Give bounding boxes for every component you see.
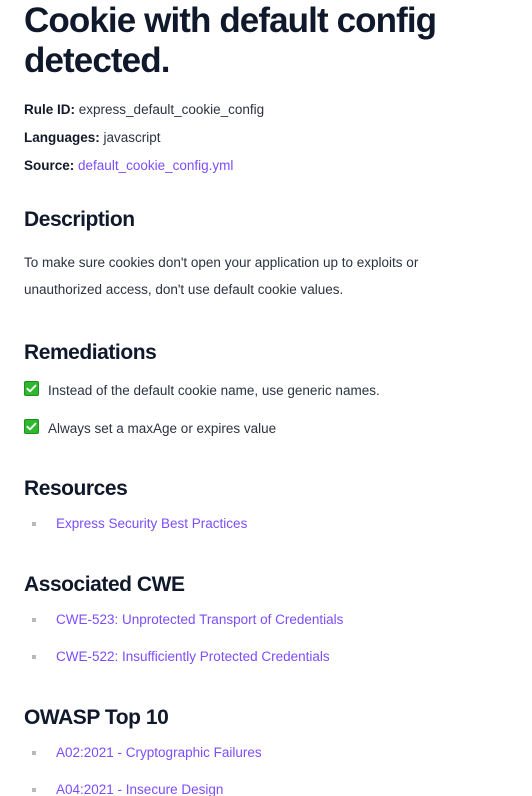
bullet-icon xyxy=(32,788,36,792)
owasp-top-10-list: A02:2021 - Cryptographic Failures A04:20… xyxy=(24,744,508,796)
bullet-icon xyxy=(32,522,36,526)
owasp-top-10-heading: OWASP Top 10 xyxy=(24,706,169,729)
source-label: Source: xyxy=(24,158,75,173)
list-item: CWE-523: Unprotected Transport of Creden… xyxy=(28,611,508,628)
list-item: Express Security Best Practices xyxy=(28,515,508,532)
rule-metadata: Rule ID: express_default_cookie_config L… xyxy=(24,101,508,174)
page-title: Cookie with default config detected. xyxy=(24,1,437,80)
remediation-text: Instead of the default cookie name, use … xyxy=(48,383,380,398)
resources-heading: Resources xyxy=(24,477,128,500)
languages-value: javascript xyxy=(103,130,161,145)
rule-detail-page: Cookie with default config detected. Rul… xyxy=(0,0,532,796)
owasp-link[interactable]: A02:2021 - Cryptographic Failures xyxy=(56,745,262,760)
source-file-link[interactable]: default_cookie_config.yml xyxy=(78,158,233,173)
rule-id-value: express_default_cookie_config xyxy=(78,102,265,117)
associated-cwe-heading: Associated CWE xyxy=(24,573,185,596)
remediations-list: Instead of the default cookie name, use … xyxy=(24,381,508,437)
list-item: A04:2021 - Insecure Design xyxy=(28,781,508,796)
metadata-row-source: Source: default_cookie_config.yml xyxy=(24,157,508,174)
languages-label: Languages: xyxy=(24,130,100,145)
remediation-item: Always set a maxAge or expires value xyxy=(24,419,508,437)
remediation-item: Instead of the default cookie name, use … xyxy=(24,381,508,399)
associated-cwe-list: CWE-523: Unprotected Transport of Creden… xyxy=(24,611,508,665)
metadata-row-rule-id: Rule ID: express_default_cookie_config xyxy=(24,101,508,118)
list-item: CWE-522: Insufficiently Protected Creden… xyxy=(28,648,508,665)
green-check-icon xyxy=(24,419,39,434)
resources-list: Express Security Best Practices xyxy=(24,515,508,532)
metadata-row-languages: Languages: javascript xyxy=(24,129,508,146)
description-heading: Description xyxy=(24,208,135,231)
list-item: A02:2021 - Cryptographic Failures xyxy=(28,744,508,761)
cwe-link[interactable]: CWE-523: Unprotected Transport of Creden… xyxy=(56,612,343,627)
cwe-link[interactable]: CWE-522: Insufficiently Protected Creden… xyxy=(56,649,330,664)
bullet-icon xyxy=(32,655,36,659)
green-check-icon xyxy=(24,381,39,396)
rule-id-label: Rule ID: xyxy=(24,102,76,117)
resource-link[interactable]: Express Security Best Practices xyxy=(56,516,247,531)
bullet-icon xyxy=(32,618,36,622)
remediations-heading: Remediations xyxy=(24,341,157,364)
remediation-text: Always set a maxAge or expires value xyxy=(48,421,277,436)
owasp-link[interactable]: A04:2021 - Insecure Design xyxy=(56,782,223,796)
description-text: To make sure cookies don't open your app… xyxy=(24,255,419,297)
bullet-icon xyxy=(32,751,36,755)
